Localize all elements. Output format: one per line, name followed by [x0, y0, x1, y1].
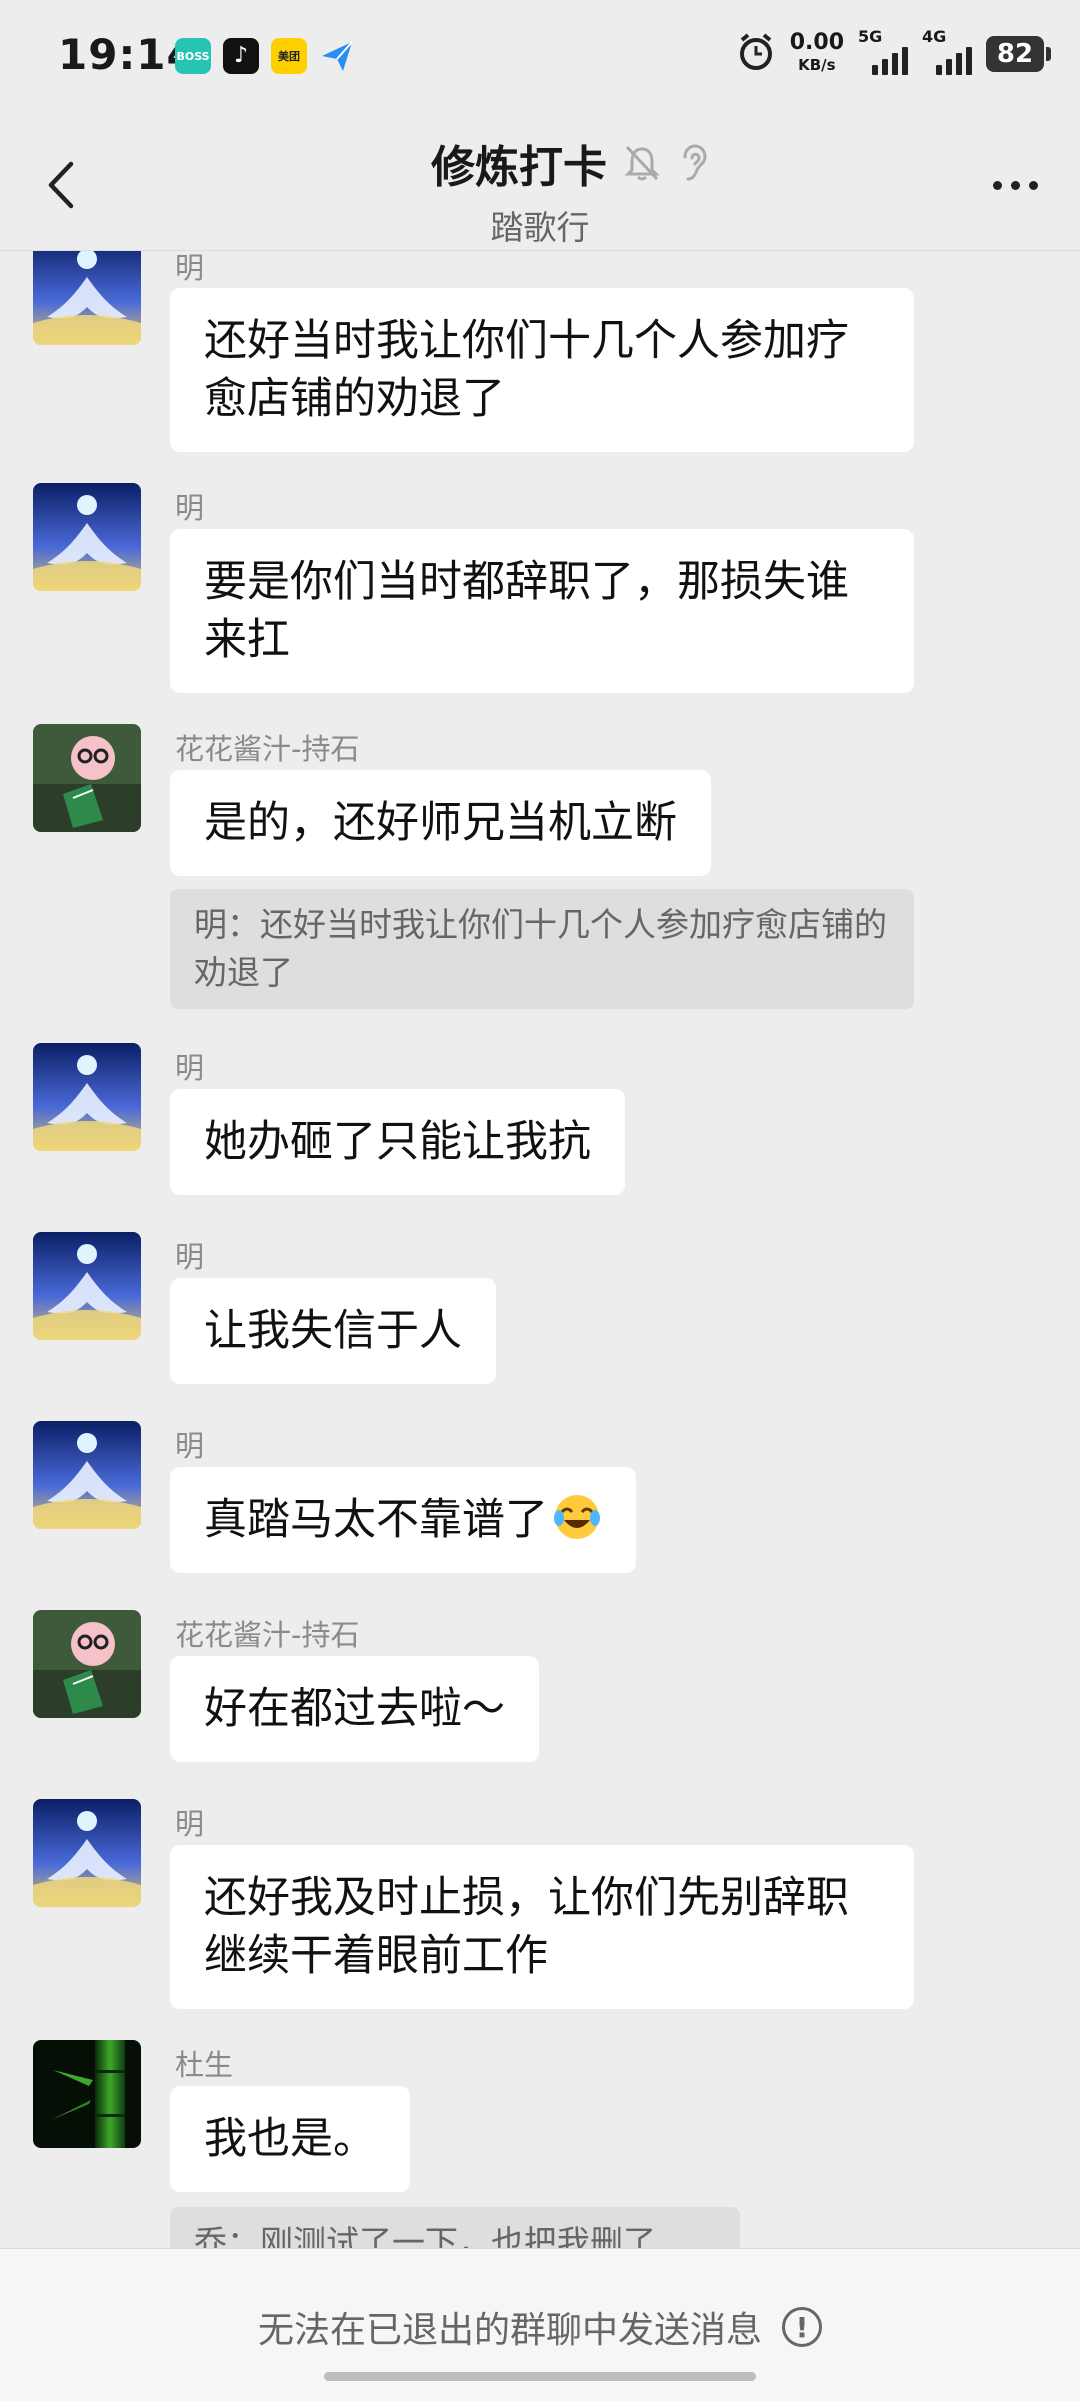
sender-name: 明 — [175, 1429, 205, 1463]
mute-bell-icon — [624, 145, 660, 181]
bottom-notice-bar: 无法在已退出的群聊中发送消息 ! — [0, 2248, 1080, 2401]
signal-5g-label: 5G — [858, 27, 883, 46]
meituan-app-icon: 美团 — [271, 38, 307, 74]
title-wrap: 修炼打卡 踏歌行 — [0, 131, 1080, 249]
message-bubble[interactable]: 真踏马太不靠谱了 — [170, 1467, 636, 1573]
message-bubble[interactable]: 好在都过去啦～ — [170, 1656, 539, 1762]
home-indicator[interactable] — [324, 2372, 756, 2381]
status-bar: 19:14 BOSS ♪ 美团 0.00 KB/s 5G 4G 82 — [0, 0, 1080, 115]
message-bubble[interactable]: 还好当时我让你们十几个人参加疗愈店铺的劝退了 — [170, 288, 914, 452]
more-dot-icon — [1028, 180, 1038, 190]
battery-indicator: 82 — [986, 36, 1051, 72]
sender-name: 明 — [175, 1240, 205, 1274]
chat-message-list[interactable]: 明 还好当时我让你们十几个人参加疗愈店铺的劝退了 明 要是你们当时都辞职了，那损… — [0, 251, 1080, 2248]
info-icon[interactable]: ! — [782, 2307, 822, 2347]
notice-text: 无法在已退出的群聊中发送消息 — [257, 2310, 762, 2351]
avatar-pig[interactable] — [33, 724, 141, 832]
sender-name: 明 — [175, 1051, 205, 1085]
notification-app-icons: BOSS ♪ 美团 — [175, 38, 355, 74]
title-row: 修炼打卡 — [431, 131, 709, 195]
chat-header: 修炼打卡 踏歌行 — [0, 115, 1080, 251]
message-bubble[interactable]: 还好我及时止损，让你们先别辞职继续干着眼前工作 — [170, 1845, 914, 2009]
more-dot-icon — [992, 180, 1002, 190]
avatar-lotus[interactable] — [33, 251, 141, 345]
sender-name: 花花酱汁-持石 — [175, 732, 360, 766]
avatar-lotus[interactable] — [33, 1421, 141, 1529]
status-right: 0.00 KB/s 5G 4G 82 — [736, 27, 1051, 76]
net-speed: 0.00 KB/s — [790, 32, 844, 76]
avatar-bamboo[interactable] — [33, 2040, 141, 2148]
more-dot-icon — [1010, 180, 1020, 190]
chat-subtitle: 踏歌行 — [490, 208, 590, 247]
more-options-button[interactable] — [980, 165, 1050, 205]
sender-name: 明 — [175, 1807, 205, 1841]
sender-name: 明 — [175, 491, 205, 525]
ear-icon — [683, 144, 707, 181]
message-bubble[interactable]: 要是你们当时都辞职了，那损失谁来扛 — [170, 529, 914, 693]
sender-name: 明 — [175, 251, 205, 285]
laughing-tears-emoji-icon — [554, 1495, 600, 1539]
avatar-lotus[interactable] — [33, 1799, 141, 1907]
plane-app-icon — [319, 38, 355, 74]
message-bubble[interactable]: 是的，还好师兄当机立断 — [170, 770, 711, 876]
avatar-lotus[interactable] — [33, 1043, 141, 1151]
quoted-message[interactable]: 乔：刚测试了一下，也把我删了 — [170, 2207, 740, 2248]
boss-app-icon: BOSS — [175, 38, 211, 74]
message-bubble[interactable]: 我也是。 — [170, 2086, 410, 2192]
message-bubble[interactable]: 她办砸了只能让我抗 — [170, 1089, 625, 1195]
avatar-lotus[interactable] — [33, 483, 141, 591]
exited-group-notice: 无法在已退出的群聊中发送消息 ! — [0, 2301, 1080, 2353]
signal-5g-icon: 5G — [858, 27, 908, 75]
chat-title: 修炼打卡 — [431, 142, 607, 193]
sender-name: 花花酱汁-持石 — [175, 1618, 360, 1652]
message-text: 真踏马太不靠谱了 — [204, 1495, 548, 1545]
alarm-icon — [736, 32, 776, 76]
tiktok-app-icon: ♪ — [223, 38, 259, 74]
net-speed-value: 0.00 — [789, 30, 844, 55]
quoted-message[interactable]: 明：还好当时我让你们十几个人参加疗愈店铺的劝退了 — [170, 889, 914, 1009]
avatar-pig[interactable] — [33, 1610, 141, 1718]
message-bubble[interactable]: 让我失信于人 — [170, 1278, 496, 1384]
avatar-lotus[interactable] — [33, 1232, 141, 1340]
signal-4g-label: 4G — [922, 27, 947, 46]
sender-name: 杜生 — [175, 2048, 234, 2082]
net-speed-unit: KB/s — [798, 56, 836, 74]
signal-4g-icon: 4G — [922, 27, 972, 75]
